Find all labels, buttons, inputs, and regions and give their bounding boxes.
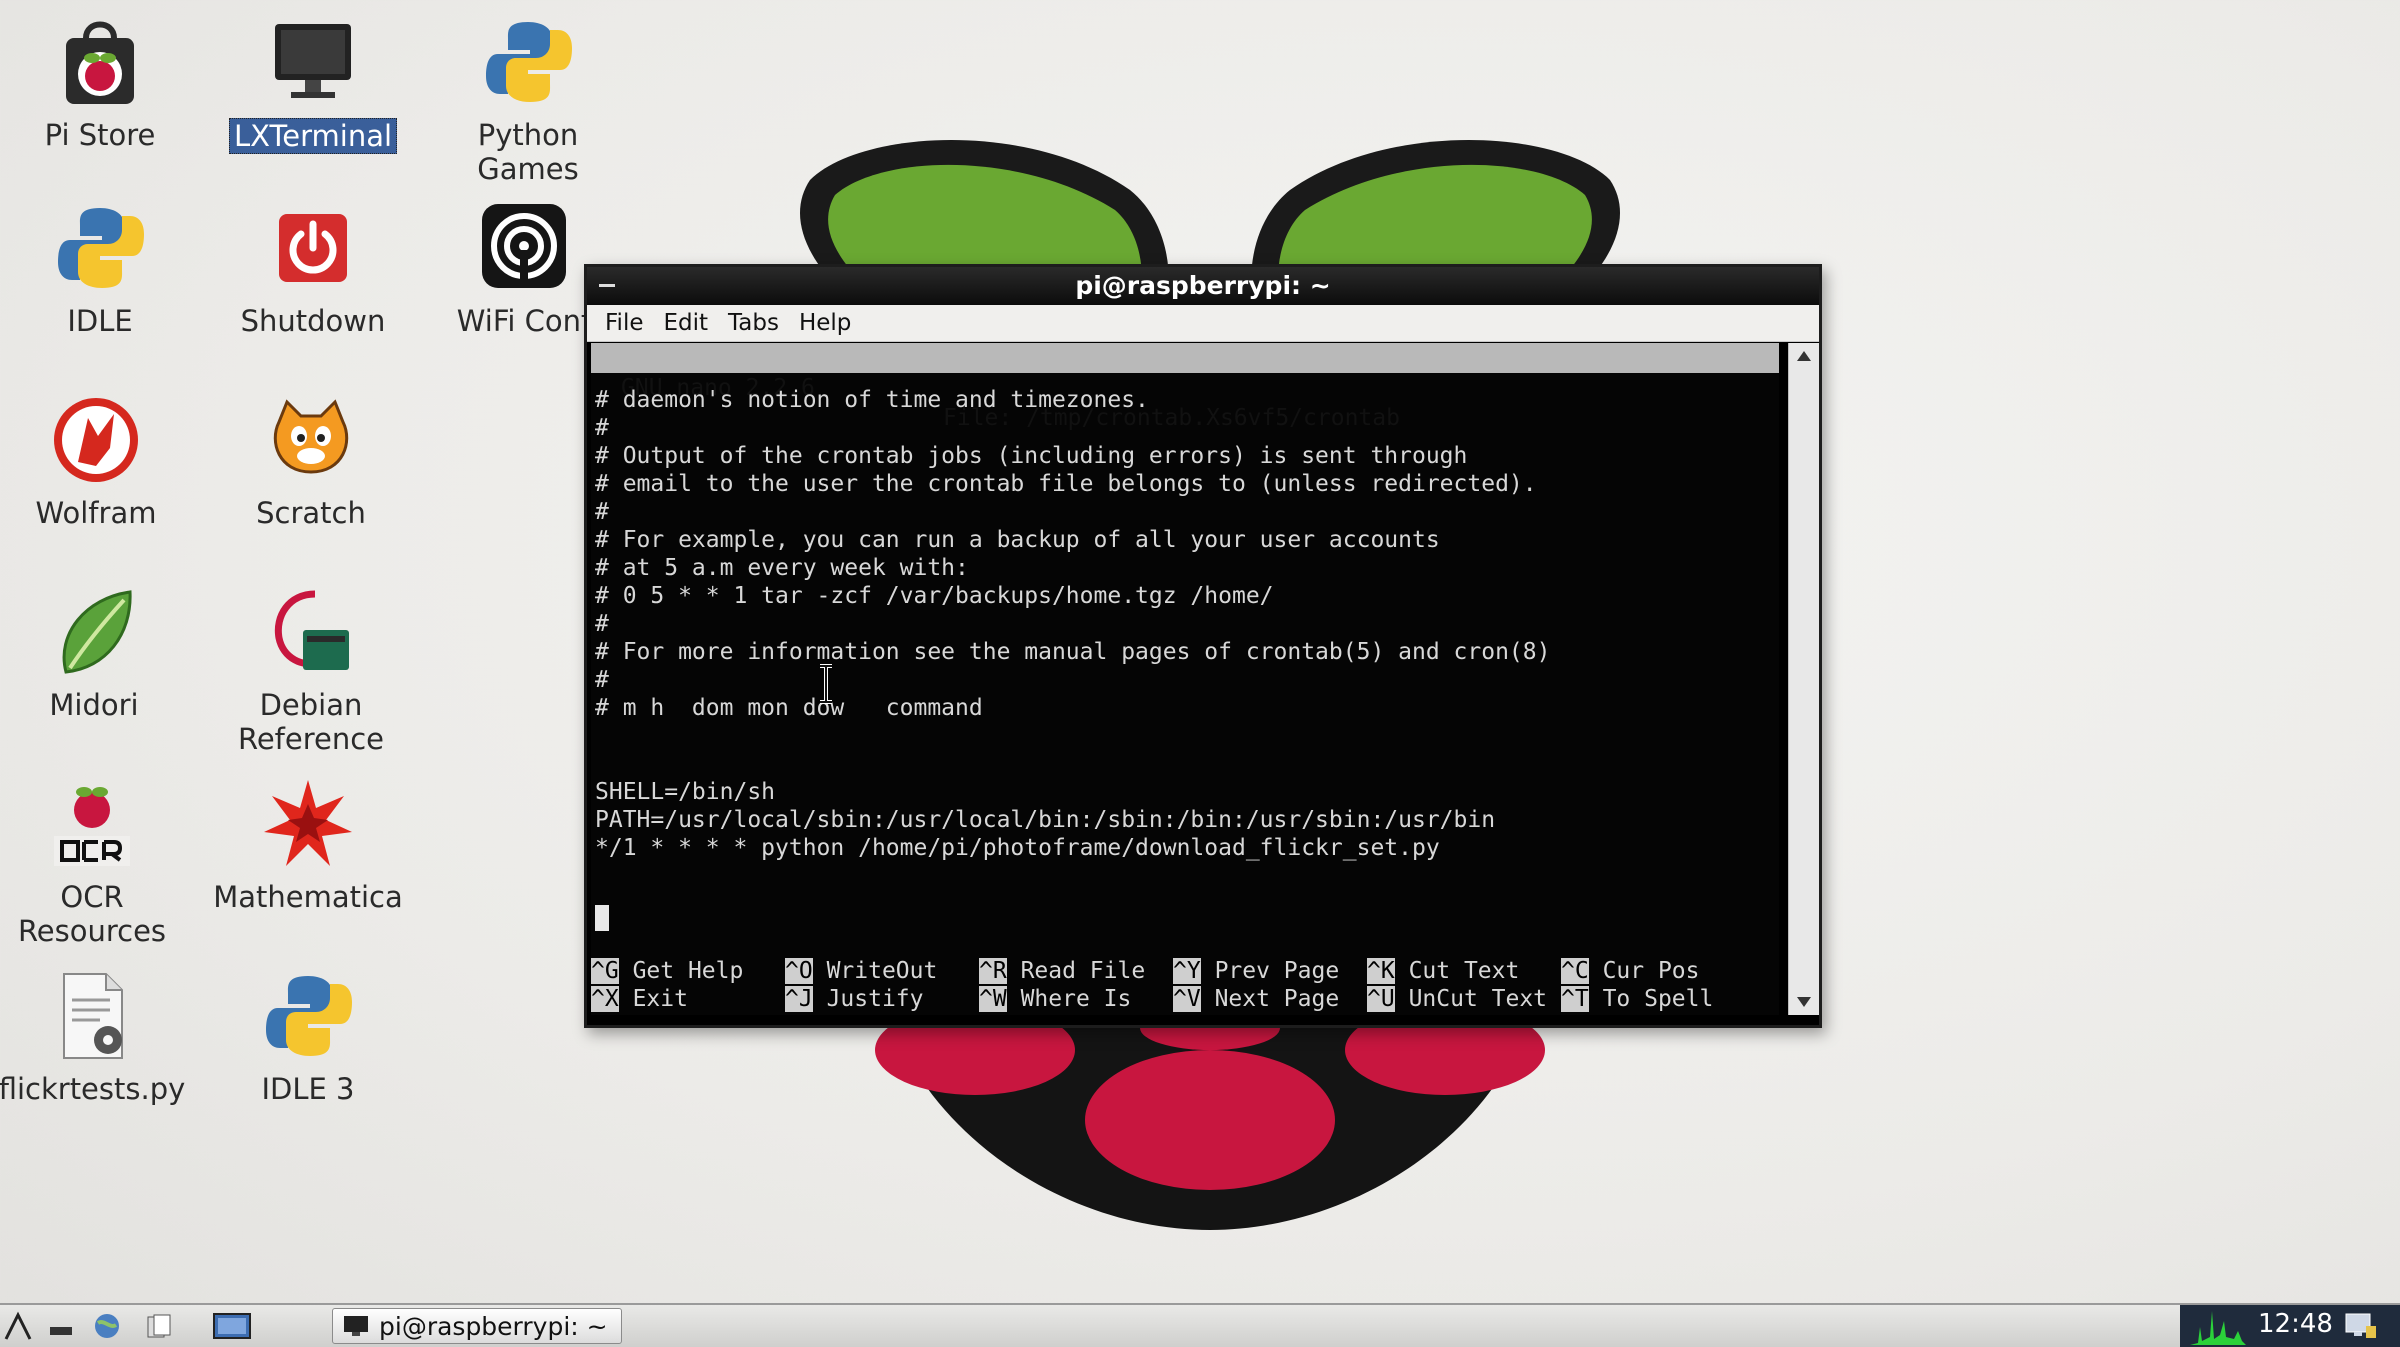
power-icon [279, 214, 347, 282]
desktop-icon-label: LXTerminal [228, 118, 398, 154]
shortcut-where-is: ^W Where Is [979, 986, 1132, 1012]
editor-line: # For example, you can run a backup of a… [595, 527, 1440, 553]
debian-book-icon [274, 590, 349, 670]
desktop-icon-label-line2: Games [477, 152, 579, 186]
desktop-icon-lxterminal[interactable]: LXTerminal [213, 14, 413, 154]
shortcut-cur-pos: ^C Cur Pos [1561, 958, 1700, 984]
scratch-cat-icon [273, 399, 349, 474]
desktop-icon-label: IDLE 3 [261, 1072, 355, 1106]
shortcut-justify: ^J Justify [785, 986, 924, 1012]
shortcut-writeout: ^O WriteOut [785, 958, 938, 984]
editor-line: # For more information see the manual pa… [595, 639, 1551, 665]
scroll-up-arrow-icon[interactable] [1795, 349, 1813, 363]
midori-leaf-icon [62, 590, 132, 674]
desktop-icon-label: OCR [60, 880, 124, 914]
desktop-icon-label: Mathematica [213, 880, 403, 914]
nano-header-bar: GNU nano 2.2.6 File: /tmp/crontab.Xs6vf5… [591, 343, 1779, 431]
screen-lock-icon[interactable] [2344, 1310, 2378, 1342]
start-menu-icon[interactable] [4, 1311, 34, 1341]
desktop-icon-label: Wolfram [35, 496, 157, 530]
desktop-icon-pi-store[interactable]: Pi Store [0, 14, 200, 152]
window-title: pi@raspberrypi: ~ [1075, 271, 1331, 300]
shortcut-uncut-text: ^U UnCut Text [1367, 986, 1548, 1012]
editor-line: # [595, 611, 609, 637]
editor-line: # m h dom mon dow command [595, 695, 983, 721]
scroll-down-arrow-icon[interactable] [1795, 995, 1813, 1009]
cpu-monitor-graph[interactable] [2190, 1307, 2246, 1345]
menu-tabs[interactable]: Tabs [728, 310, 779, 336]
python-script-icon [63, 973, 123, 1059]
nano-editor[interactable]: GNU nano 2.2.6 File: /tmp/crontab.Xs6vf5… [591, 343, 1779, 1015]
desktop-icon-label-line2: Resources [17, 914, 167, 948]
desktop-icon-idle3[interactable]: IDLE 3 [208, 968, 408, 1106]
desktop-icon-ocr-resources[interactable]: OCR Resources [0, 776, 192, 948]
editor-line: # Output of the crontab jobs (including … [595, 443, 1468, 469]
editor-line: */1 * * * * python /home/pi/photoframe/d… [595, 835, 1440, 861]
editor-line: SHELL=/bin/sh [595, 779, 776, 805]
mouse-ibeam-cursor-icon [820, 664, 832, 704]
taskbar-window-button[interactable]: pi@raspberrypi: ~ [332, 1308, 622, 1344]
taskbar: pi@raspberrypi: ~ 12:48 [0, 1303, 2400, 1347]
desktop-icon-label: WiFi Conf [456, 304, 592, 338]
shortcut-cut-text: ^K Cut Text [1367, 958, 1520, 984]
menu-file[interactable]: File [605, 310, 644, 336]
desktop-icon-midori[interactable]: Midori [0, 584, 194, 722]
menu-help[interactable]: Help [799, 310, 851, 336]
desktop-icon-label: Pi Store [44, 118, 156, 152]
desktop-switcher-icon[interactable] [212, 1311, 252, 1341]
taskbar-window-label: pi@raspberrypi: ~ [379, 1311, 608, 1341]
terminal-icon [275, 24, 351, 98]
desktop-icon-label: Shutdown [240, 304, 386, 338]
desktop-icon-python-games[interactable]: Python Games [428, 14, 628, 186]
editor-line: # daemon's notion of time and timezones. [595, 387, 1149, 413]
taskbar-clock[interactable]: 12:48 [2258, 1309, 2333, 1339]
desktop-icon-scratch[interactable]: Scratch [211, 392, 411, 530]
editor-line: # [595, 499, 609, 525]
desktop-icon-label: IDLE [67, 304, 133, 338]
minimize-all-icon[interactable] [46, 1311, 76, 1341]
desktop-icon-shutdown[interactable]: Shutdown [213, 200, 413, 338]
menu-edit[interactable]: Edit [664, 310, 709, 336]
ocr-icon [54, 787, 130, 866]
editor-line: # at 5 a.m every week with: [595, 555, 969, 581]
lxterminal-window[interactable]: pi@raspberrypi: ~ File Edit Tabs Help GN… [584, 264, 1822, 1028]
file-manager-icon[interactable] [144, 1311, 174, 1341]
editor-line: PATH=/usr/local/sbin:/usr/local/bin:/sbi… [595, 807, 1496, 833]
wifi-icon [482, 204, 566, 288]
editor-line: # email to the user the crontab file bel… [595, 471, 1537, 497]
desktop-icon-wolfram[interactable]: Wolfram [0, 392, 196, 530]
desktop-icon-label-line2: Reference [237, 722, 385, 756]
shortcut-exit: ^X Exit [591, 986, 688, 1012]
python-icon [58, 208, 144, 288]
shortcut-get-help: ^G Get Help [591, 958, 744, 984]
desktop-icon-debian-reference[interactable]: Debian Reference [211, 584, 411, 756]
pi-store-icon [66, 21, 134, 104]
python-icon [266, 976, 352, 1056]
shortcut-to-spell: ^T To Spell [1561, 986, 1714, 1012]
desktop-icon-label: flickrtests.py [0, 1072, 186, 1106]
terminal-scrollbar[interactable] [1788, 343, 1819, 1015]
web-browser-icon[interactable] [92, 1311, 122, 1341]
terminal-menubar: File Edit Tabs Help [587, 305, 1819, 342]
window-titlebar[interactable]: pi@raspberrypi: ~ [587, 267, 1819, 305]
python-icon [486, 22, 572, 102]
desktop-icon-label: Python [477, 118, 579, 152]
mathematica-star-icon [264, 780, 352, 866]
shortcut-read-file: ^R Read File [979, 958, 1146, 984]
terminal-icon [344, 1316, 368, 1336]
shortcut-next-page: ^V Next Page [1173, 986, 1340, 1012]
editor-line: # [595, 415, 609, 441]
desktop-icon-label: Scratch [256, 496, 366, 530]
desktop-icon-idle[interactable]: IDLE [0, 200, 200, 338]
desktop-icon-flickrtests-py[interactable]: flickrtests.py [0, 968, 192, 1106]
editor-line: # [595, 667, 609, 693]
editor-line: # 0 5 * * 1 tar -zcf /var/backups/home.t… [595, 583, 1274, 609]
desktop-icon-label: Debian [259, 688, 363, 722]
desktop-icon-mathematica[interactable]: Mathematica [208, 776, 408, 914]
desktop-icon-label: Midori [49, 688, 139, 722]
shortcut-prev-page: ^Y Prev Page [1173, 958, 1340, 984]
text-cursor [595, 905, 609, 931]
wolfram-icon [54, 398, 138, 482]
